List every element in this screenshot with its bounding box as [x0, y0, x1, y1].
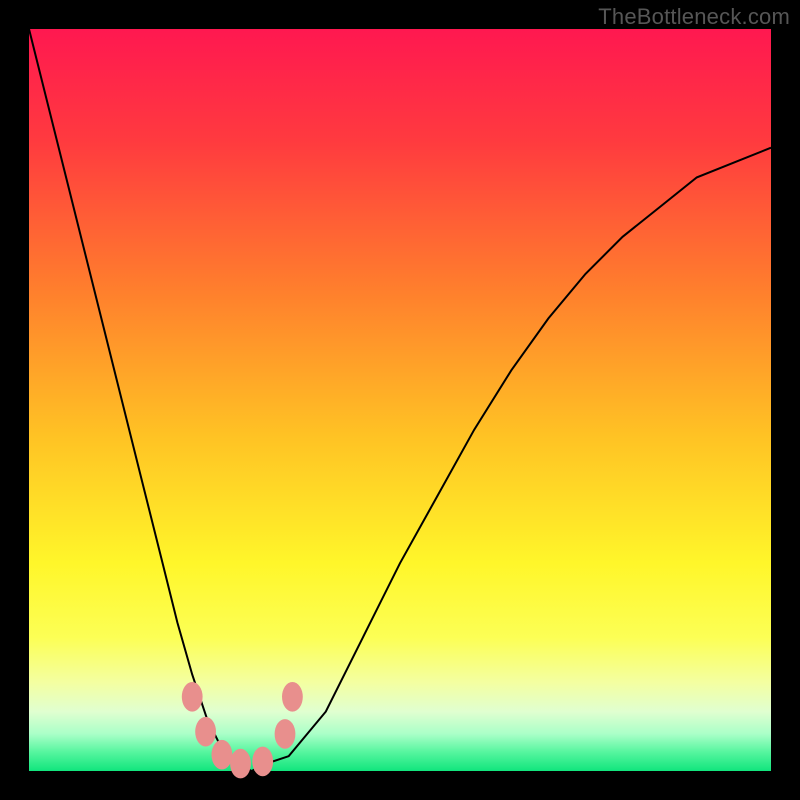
bottleneck-curve — [29, 29, 771, 771]
marker-dot — [195, 717, 216, 747]
marker-group — [182, 682, 303, 778]
marker-dot — [252, 747, 273, 777]
chart-frame: TheBottleneck.com — [0, 0, 800, 800]
curve-layer — [29, 29, 771, 771]
marker-dot — [230, 749, 251, 779]
marker-dot — [275, 719, 296, 749]
marker-dot — [282, 682, 303, 712]
plot-area — [29, 29, 771, 771]
marker-dot — [182, 682, 203, 712]
marker-dot — [212, 740, 233, 770]
watermark-text: TheBottleneck.com — [598, 4, 790, 30]
